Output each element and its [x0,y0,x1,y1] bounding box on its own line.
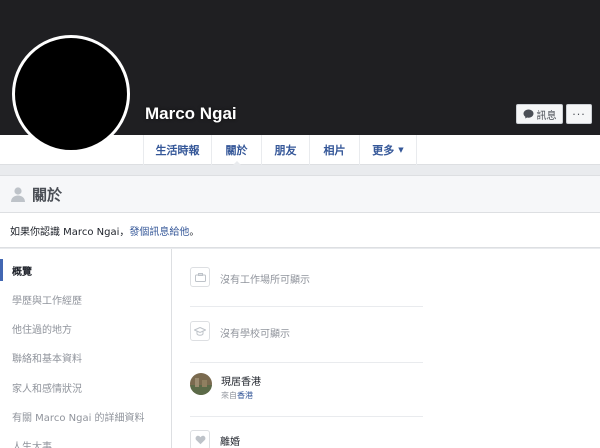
tab-about[interactable]: 關於 [211,135,261,166]
intro-suffix: 。 [189,226,200,238]
school-text: 沒有學校可顯示 [220,329,290,340]
intro-row: 如果你認識 Marco Ngai， 發個訊息給他。 [0,213,600,248]
profile-name[interactable]: Marco Ngai [145,104,237,124]
message-label: 訊息 [536,110,557,122]
sidebar-item-work-education[interactable]: 學歷與工作經歷 [0,288,172,310]
person-icon [11,187,25,202]
graduation-cap-icon [190,321,210,341]
about-sidebar: 概覽 學歷與工作經歷 他住過的地方 聯絡和基本資料 家人和感情狀況 有關 Mar… [0,249,172,448]
tab-timeline[interactable]: 生活時報 [143,135,211,165]
briefcase-icon [190,267,210,287]
hometown-prefix: 來自 [221,391,237,400]
tab-more-label: 更多 [372,144,395,157]
sidebar-item-details[interactable]: 有關 Marco Ngai 的詳細資料 [0,405,172,427]
overview-panel: 沒有工作場所可顯示 沒有學校可顯示 現居香港 來自香港 離婚 [173,249,600,448]
work-row: 沒有工作場所可顯示 [190,267,423,307]
page-title: 關於 [32,185,63,204]
location-info: 現居香港 來自香港 [221,373,261,401]
tab-photos[interactable]: 相片 [309,135,359,165]
sidebar-item-contact-info[interactable]: 聯絡和基本資料 [0,346,172,368]
current-city: 現居香港 [221,377,261,388]
send-message-link[interactable]: 發個訊息給他 [129,223,189,238]
message-button[interactable]: 訊息 [516,104,563,124]
tab-timeline-label: 生活時報 [155,144,200,157]
relationship-status: 離婚 [220,436,240,448]
relationship-row: 離婚 [190,429,423,448]
tab-friends-label: 朋友 [274,144,297,157]
avatar[interactable] [12,35,130,153]
about-content: 概覽 學歷與工作經歷 他住過的地方 聯絡和基本資料 家人和感情狀況 有關 Mar… [0,249,600,448]
message-icon [523,109,533,119]
more-options-button[interactable]: ··· [566,104,592,124]
sidebar-item-places-lived[interactable]: 他住過的地方 [0,317,172,339]
profile-tabs: 生活時報 關於 朋友 相片 更多 ▼ [143,135,417,166]
tab-friends[interactable]: 朋友 [261,135,309,165]
sidebar-item-life-events[interactable]: 人生大事 [0,434,172,448]
about-header: 關於 [0,175,600,213]
hometown: 來自香港 [221,390,261,401]
tab-about-label: 關於 [225,144,248,157]
location-row: 現居香港 來自香港 [190,373,423,417]
tab-more[interactable]: 更多 ▼ [359,135,417,165]
sidebar-item-overview[interactable]: 概覽 [0,259,172,281]
intro-text: 如果你認識 Marco Ngai， [10,226,130,238]
school-row: 沒有學校可顯示 [190,321,423,363]
tab-photos-label: 相片 [323,144,346,157]
location-thumbnail[interactable] [190,373,212,395]
sidebar-item-family[interactable]: 家人和感情狀況 [0,376,172,398]
hometown-link[interactable]: 香港 [237,391,253,400]
chevron-down-icon: ▼ [398,146,404,154]
work-text: 沒有工作場所可顯示 [220,275,310,286]
heart-icon [190,430,210,448]
